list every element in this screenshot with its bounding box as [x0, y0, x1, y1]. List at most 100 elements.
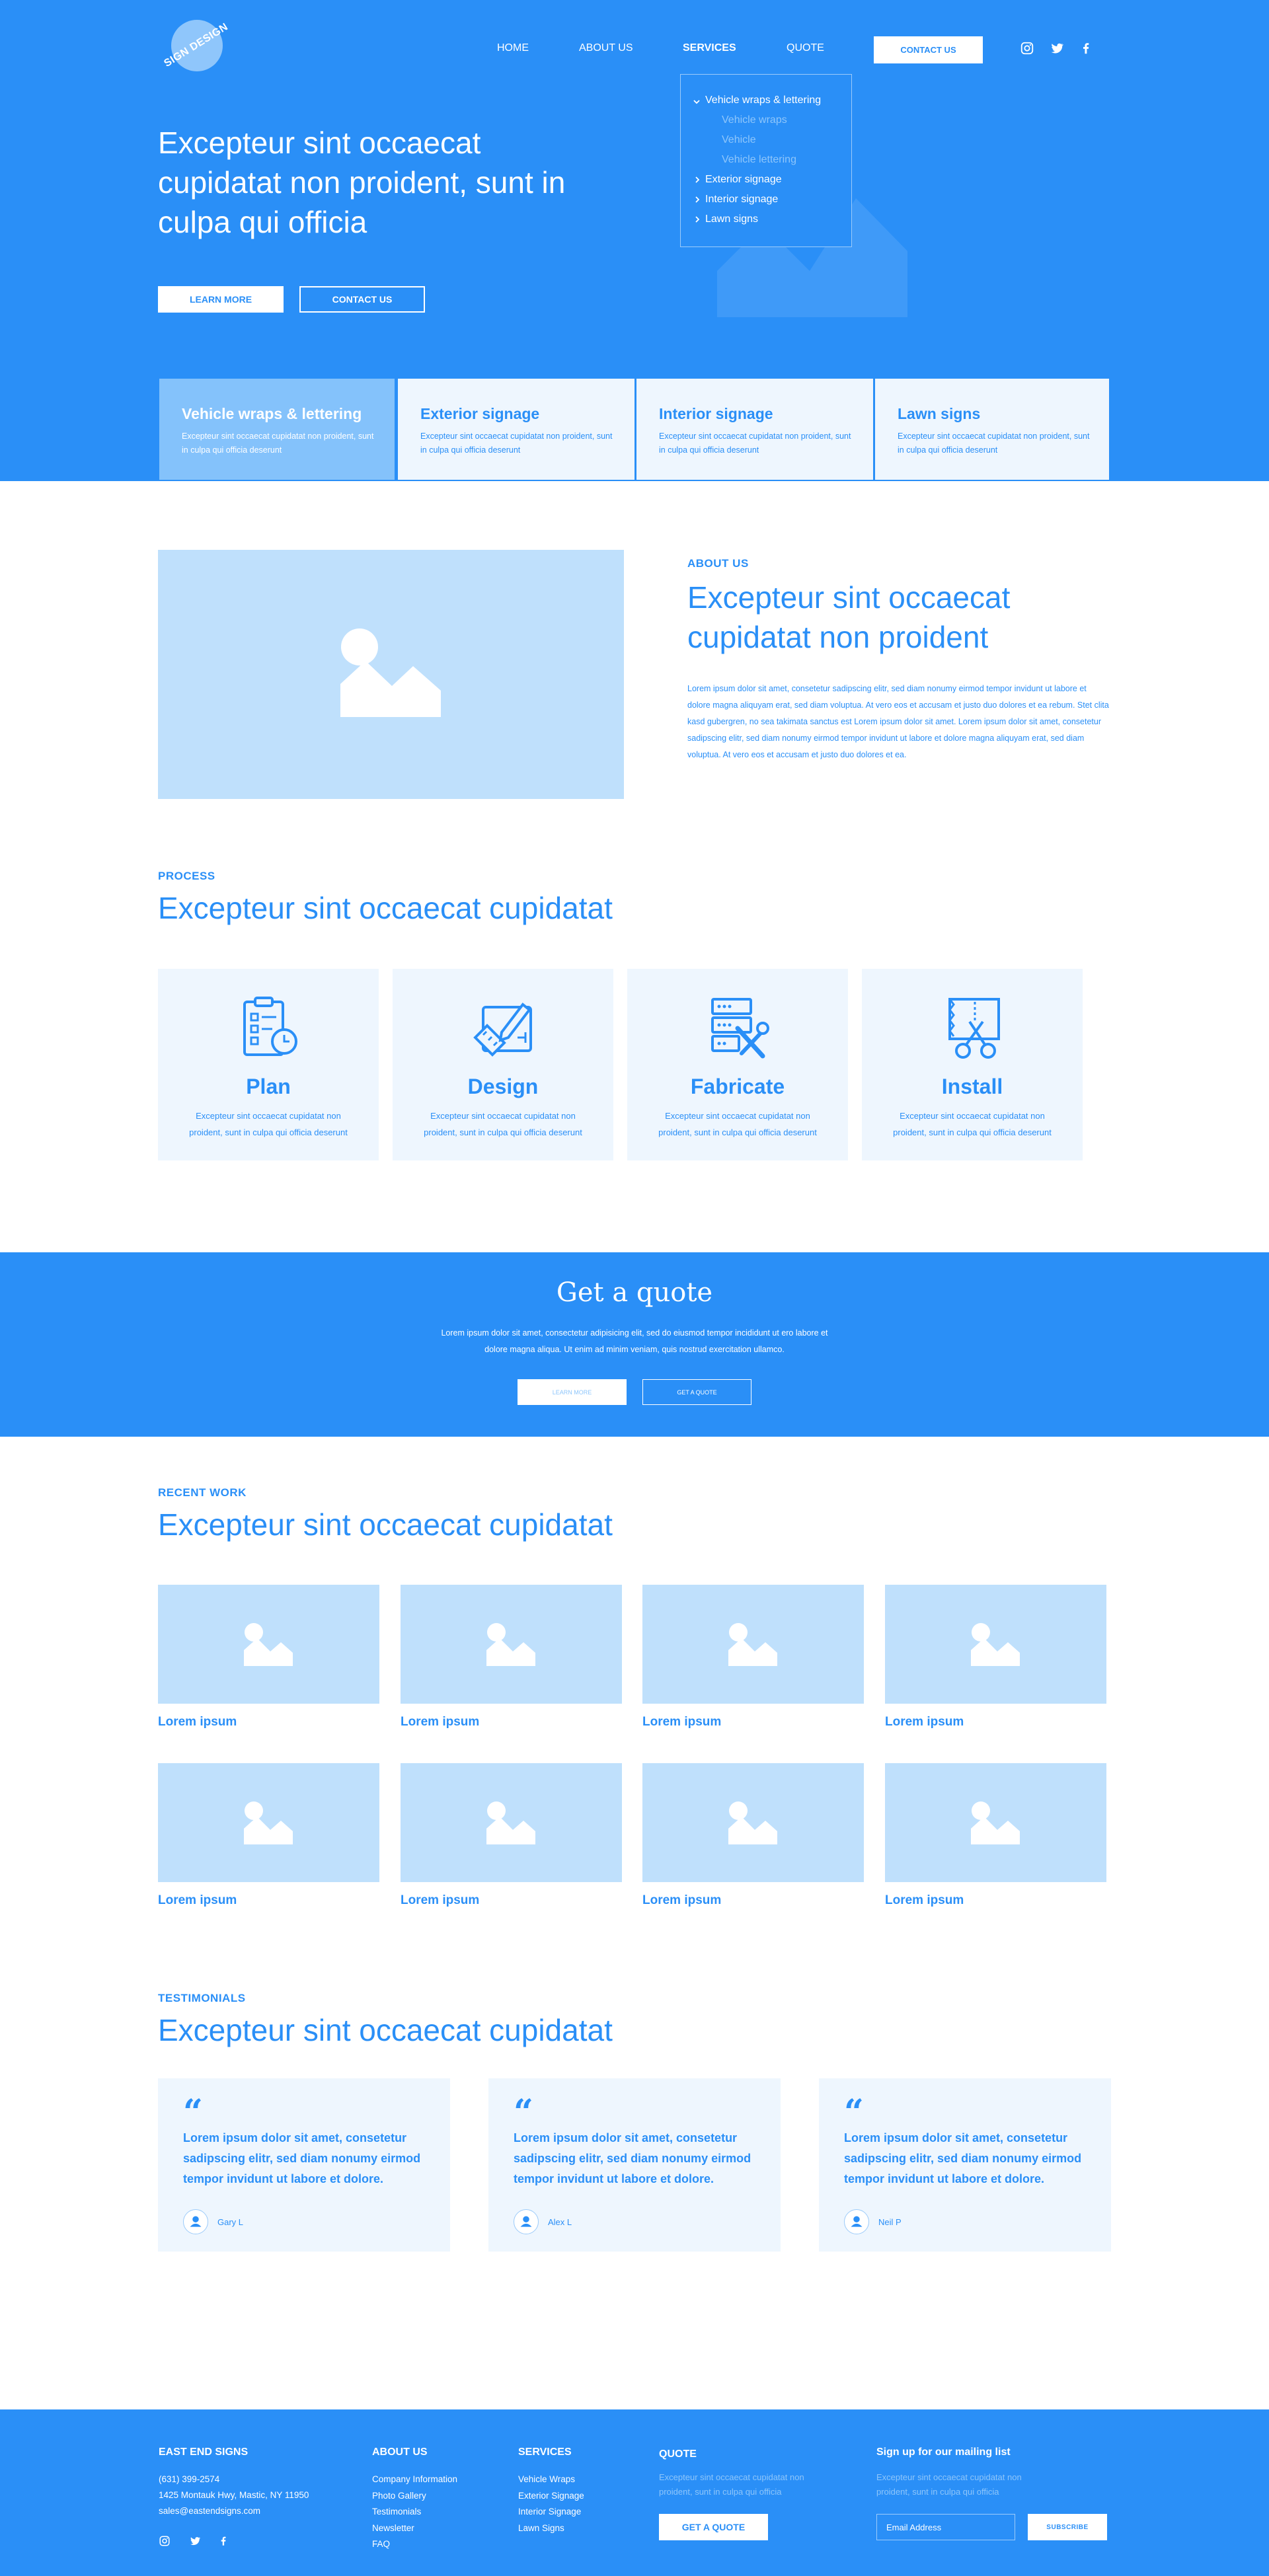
footer-link-newsletter[interactable]: Newsletter	[372, 2520, 457, 2537]
testimonial-text: Lorem ipsum dolor sit amet, consetetur s…	[844, 2131, 1082, 2185]
testimonial-author: Gary L	[217, 2217, 244, 2227]
process-desc: Excepteur sint occaecat cupidatat non pr…	[189, 1111, 348, 1137]
testimonial-card: “ Lorem ipsum dolor sit amet, consetetur…	[158, 2078, 450, 2252]
hero-contact-button[interactable]: CONTACT US	[299, 286, 425, 313]
facebook-icon[interactable]	[1079, 41, 1093, 56]
footer-link-faq[interactable]: FAQ	[372, 2536, 457, 2553]
recent-work-image[interactable]	[885, 1585, 1106, 1704]
clipboard-clock-icon	[243, 997, 297, 1056]
quote-mark-icon: “	[183, 2092, 203, 2133]
dropdown-subitem-vehicle[interactable]: Vehicle	[722, 134, 756, 146]
footer-company-heading: EAST END SIGNS	[159, 2446, 249, 2458]
chevron-down-icon	[693, 100, 700, 104]
service-card-exterior-signage[interactable]: Exterior signage Excepteur sint occaecat…	[397, 377, 636, 481]
recent-work-label[interactable]: Lorem ipsum	[642, 1893, 721, 1908]
recent-work-label[interactable]: Lorem ipsum	[885, 1893, 964, 1908]
chevron-right-icon	[695, 176, 700, 183]
recent-work-image[interactable]	[885, 1763, 1106, 1882]
image-icon	[244, 1801, 293, 1844]
recent-work-image[interactable]	[158, 1585, 379, 1704]
instagram-icon[interactable]	[1020, 41, 1034, 56]
dropdown-item-vehicle-wraps-lettering[interactable]: Vehicle wraps & lettering	[705, 95, 821, 106]
hero-learn-more-button[interactable]: LEARN MORE	[158, 286, 284, 313]
nav-contact-button[interactable]: CONTACT US	[874, 36, 983, 63]
footer-services-links: Vehicle Wraps Exterior Signage Interior …	[518, 2472, 584, 2536]
twitter-icon[interactable]	[189, 2535, 201, 2547]
user-icon	[851, 2216, 863, 2227]
footer-email-input[interactable]: Email Address	[876, 2514, 1015, 2540]
service-card-desc: Excepteur sint occaecat cupidatat non pr…	[659, 432, 851, 455]
process-card-design: Design Excepteur sint occaecat cupidatat…	[393, 969, 613, 1160]
image-icon	[340, 628, 441, 717]
quote-banner-body: Lorem ipsum dolor sit amet, consectetur …	[441, 1328, 828, 1354]
twitter-icon[interactable]	[1050, 41, 1064, 56]
process-title-plan: Plan	[246, 1075, 291, 1098]
avatar	[844, 2209, 869, 2234]
recent-work-image[interactable]	[642, 1585, 864, 1704]
instagram-icon[interactable]	[159, 2535, 171, 2547]
about-eyebrow: ABOUT US	[687, 557, 749, 570]
process-desc: Excepteur sint occaecat cupidatat non pr…	[893, 1111, 1052, 1137]
scissors-banner-icon	[948, 998, 1000, 1059]
footer-link-exterior-signage[interactable]: Exterior Signage	[518, 2488, 584, 2505]
footer-link-interior-signage[interactable]: Interior Signage	[518, 2504, 584, 2520]
recent-work-image[interactable]	[642, 1763, 864, 1882]
chevron-right-icon	[695, 196, 700, 203]
image-icon	[971, 1623, 1020, 1666]
dropdown-subitem-vehicle-wraps[interactable]: Vehicle wraps	[722, 114, 787, 126]
avatar	[514, 2209, 539, 2234]
service-card-vehicle-wraps[interactable]: Vehicle wraps & lettering Excepteur sint…	[158, 377, 396, 481]
logo[interactable]: SIGN DESIGN	[158, 20, 230, 75]
recent-work-label[interactable]: Lorem ipsum	[401, 1715, 479, 1729]
footer-link-testimonials[interactable]: Testimonials	[372, 2504, 457, 2520]
recent-work-label[interactable]: Lorem ipsum	[401, 1893, 479, 1908]
image-icon	[728, 1623, 777, 1666]
testimonial-text: Lorem ipsum dolor sit amet, consetetur s…	[514, 2131, 751, 2185]
footer-link-lawn-signs[interactable]: Lawn Signs	[518, 2520, 584, 2537]
image-icon	[728, 1801, 777, 1844]
dropdown-item-exterior-signage[interactable]: Exterior signage	[705, 174, 782, 186]
footer-address: 1425 Montauk Hwy, Mastic, NY 11950	[159, 2490, 309, 2500]
services-dropdown: Vehicle wraps & lettering Vehicle wraps …	[680, 74, 852, 247]
recent-work-label[interactable]: Lorem ipsum	[885, 1715, 964, 1729]
nav-about[interactable]: ABOUT US	[579, 42, 633, 54]
recent-work-image[interactable]	[158, 1763, 379, 1882]
quote-learn-more-button[interactable]: LEARN MORE	[518, 1379, 627, 1405]
footer-link-vehicle-wraps[interactable]: Vehicle Wraps	[518, 2472, 584, 2488]
recent-work-label[interactable]: Lorem ipsum	[642, 1715, 721, 1729]
dropdown-item-interior-signage[interactable]: Interior signage	[705, 194, 778, 206]
quote-get-quote-button[interactable]: GET A QUOTE	[642, 1379, 751, 1405]
footer-get-quote-button[interactable]: GET A QUOTE	[659, 2514, 768, 2540]
recent-work-image[interactable]	[401, 1585, 622, 1704]
recent-work-title: Excepteur sint occaecat cupidatat	[158, 1507, 613, 1542]
facebook-icon[interactable]	[217, 2535, 229, 2547]
footer-subscribe-button[interactable]: SUBSCRIBE	[1028, 2514, 1107, 2540]
footer-quote-desc: Excepteur sint occaecat cupidatat non pr…	[659, 2472, 804, 2497]
testimonials-title: Excepteur sint occaecat cupidatat	[158, 2013, 613, 2047]
process-title-install: Install	[941, 1075, 1003, 1098]
recent-work-label[interactable]: Lorem ipsum	[158, 1715, 237, 1729]
footer-link-photo-gallery[interactable]: Photo Gallery	[372, 2488, 457, 2505]
nav-quote[interactable]: QUOTE	[787, 42, 824, 54]
recent-work-label[interactable]: Lorem ipsum	[158, 1893, 237, 1908]
footer-quote-heading: QUOTE	[659, 2448, 697, 2460]
footer-phone[interactable]: (631) 399-2574	[159, 2472, 219, 2488]
service-card-interior-signage[interactable]: Interior signage Excepteur sint occaecat…	[635, 377, 874, 481]
dropdown-item-lawn-signs[interactable]: Lawn signs	[705, 213, 758, 225]
process-desc: Excepteur sint occaecat cupidatat non pr…	[424, 1111, 582, 1137]
image-icon	[244, 1623, 293, 1666]
process-card-fabricate: Fabricate Excepteur sint occaecat cupida…	[627, 969, 848, 1160]
footer-link-company-info[interactable]: Company Information	[372, 2472, 457, 2488]
about-image-placeholder	[158, 550, 624, 799]
quote-banner-title: Get a quote	[556, 1277, 713, 1308]
dropdown-subitem-vehicle-lettering[interactable]: Vehicle lettering	[722, 154, 796, 166]
testimonial-card: “ Lorem ipsum dolor sit amet, consetetur…	[488, 2078, 781, 2252]
recent-work-image[interactable]	[401, 1763, 622, 1882]
nav-home[interactable]: HOME	[497, 42, 529, 54]
footer-email[interactable]: sales@eastendsigns.com	[159, 2503, 260, 2520]
service-card-title: Vehicle wraps & lettering	[182, 405, 362, 422]
testimonial-card: “ Lorem ipsum dolor sit amet, consetetur…	[819, 2078, 1111, 2252]
service-card-desc: Excepteur sint occaecat cupidatat non pr…	[420, 432, 613, 455]
service-card-lawn-signs[interactable]: Lawn signs Excepteur sint occaecat cupid…	[874, 377, 1110, 481]
nav-services[interactable]: SERVICES	[683, 42, 736, 54]
